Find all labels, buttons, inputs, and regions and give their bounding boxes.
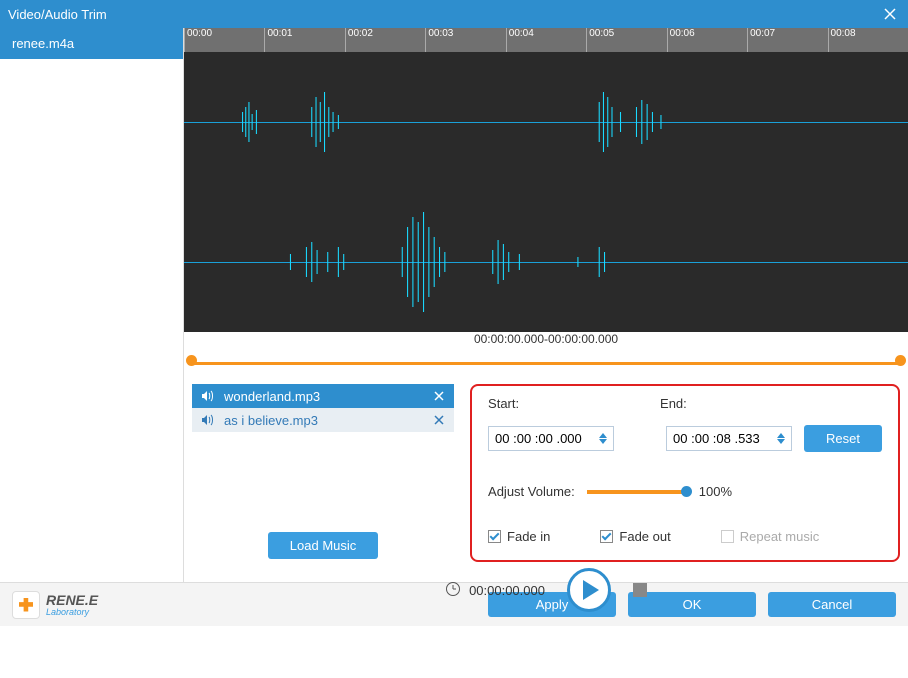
range-handle-end[interactable] [895, 355, 906, 366]
content: renee.m4a 00:00 00:01 00:02 00:03 00:04 … [0, 28, 908, 582]
waveform-channel-left[interactable] [184, 52, 908, 192]
range-slider[interactable] [188, 352, 904, 380]
ruler-tick: 00:01 [264, 28, 344, 52]
fade-out-checkbox[interactable]: Fade out [600, 529, 670, 544]
brand-name: RENE.E [46, 593, 98, 607]
range-handle-start[interactable] [186, 355, 197, 366]
repeat-music-checkbox: Repeat music [721, 529, 819, 544]
titlebar: Video/Audio Trim [0, 0, 908, 28]
ruler-tick: 00:07 [747, 28, 827, 52]
play-icon [583, 580, 599, 600]
music-panel: wonderland.mp3 as i believe.mp3 Load Mus… [192, 384, 454, 562]
music-name: wonderland.mp3 [224, 389, 424, 404]
fade-out-label: Fade out [619, 529, 670, 544]
sidebar-item-label: renee.m4a [12, 36, 74, 51]
end-time-value: 00 :00 :08 .533 [673, 431, 760, 446]
range-label: 00:00:00.000-00:00:00.000 [184, 332, 908, 346]
sidebar: renee.m4a [0, 28, 184, 582]
music-row[interactable]: as i believe.mp3 [192, 408, 454, 432]
speaker-icon [200, 388, 216, 404]
volume-thumb[interactable] [681, 486, 692, 497]
remove-icon[interactable] [432, 389, 446, 403]
close-icon[interactable] [882, 6, 898, 22]
ruler-tick: 00:08 [828, 28, 908, 52]
music-row[interactable]: wonderland.mp3 [192, 384, 454, 408]
ruler-tick: 00:02 [345, 28, 425, 52]
volume-value: 100% [699, 484, 732, 499]
spinner-icon[interactable] [777, 433, 785, 444]
ruler-tick: 00:03 [425, 28, 505, 52]
ruler-tick: 00:06 [667, 28, 747, 52]
reset-button[interactable]: Reset [804, 425, 882, 452]
brand-sub: Laboratory [46, 607, 98, 617]
brand-logo: RENE.E Laboratory [12, 591, 98, 619]
waveform-channel-right[interactable] [184, 192, 908, 332]
playback-time: 00:00:00.000 [445, 581, 545, 600]
ruler-tick: 00:04 [506, 28, 586, 52]
play-button[interactable] [567, 568, 611, 612]
trim-controls: Start: End: 00 :00 :00 .000 00 :00 :08 .… [470, 384, 900, 562]
start-time-value: 00 :00 :00 .000 [495, 431, 582, 446]
fade-in-checkbox[interactable]: Fade in [488, 529, 550, 544]
ruler-tick: 00:05 [586, 28, 666, 52]
start-label: Start: [488, 396, 538, 411]
volume-label: Adjust Volume: [488, 484, 575, 499]
remove-icon[interactable] [432, 413, 446, 427]
music-list: wonderland.mp3 as i believe.mp3 [192, 384, 454, 432]
volume-slider[interactable] [587, 490, 687, 494]
window-title: Video/Audio Trim [8, 7, 107, 22]
checkbox-icon [721, 530, 734, 543]
end-label: End: [660, 396, 710, 411]
lower-panel: wonderland.mp3 as i believe.mp3 Load Mus… [184, 380, 908, 562]
main: 00:00 00:01 00:02 00:03 00:04 00:05 00:0… [184, 28, 908, 582]
logo-icon [12, 591, 40, 619]
spinner-icon[interactable] [599, 433, 607, 444]
fade-in-label: Fade in [507, 529, 550, 544]
playback-time-value: 00:00:00.000 [469, 583, 545, 598]
start-time-input[interactable]: 00 :00 :00 .000 [488, 426, 614, 451]
end-time-input[interactable]: 00 :00 :08 .533 [666, 426, 792, 451]
time-ruler: 00:00 00:01 00:02 00:03 00:04 00:05 00:0… [184, 28, 908, 52]
checkbox-icon [488, 530, 501, 543]
playbar: 00:00:00.000 [184, 562, 908, 618]
repeat-label: Repeat music [740, 529, 819, 544]
sidebar-item-file[interactable]: renee.m4a [0, 28, 183, 59]
clock-icon [445, 581, 461, 600]
speaker-icon [200, 412, 216, 428]
music-name: as i believe.mp3 [224, 413, 424, 428]
ruler-tick: 00:00 [184, 28, 264, 52]
load-music-button[interactable]: Load Music [268, 532, 378, 559]
stop-button[interactable] [633, 583, 647, 597]
checkbox-icon [600, 530, 613, 543]
